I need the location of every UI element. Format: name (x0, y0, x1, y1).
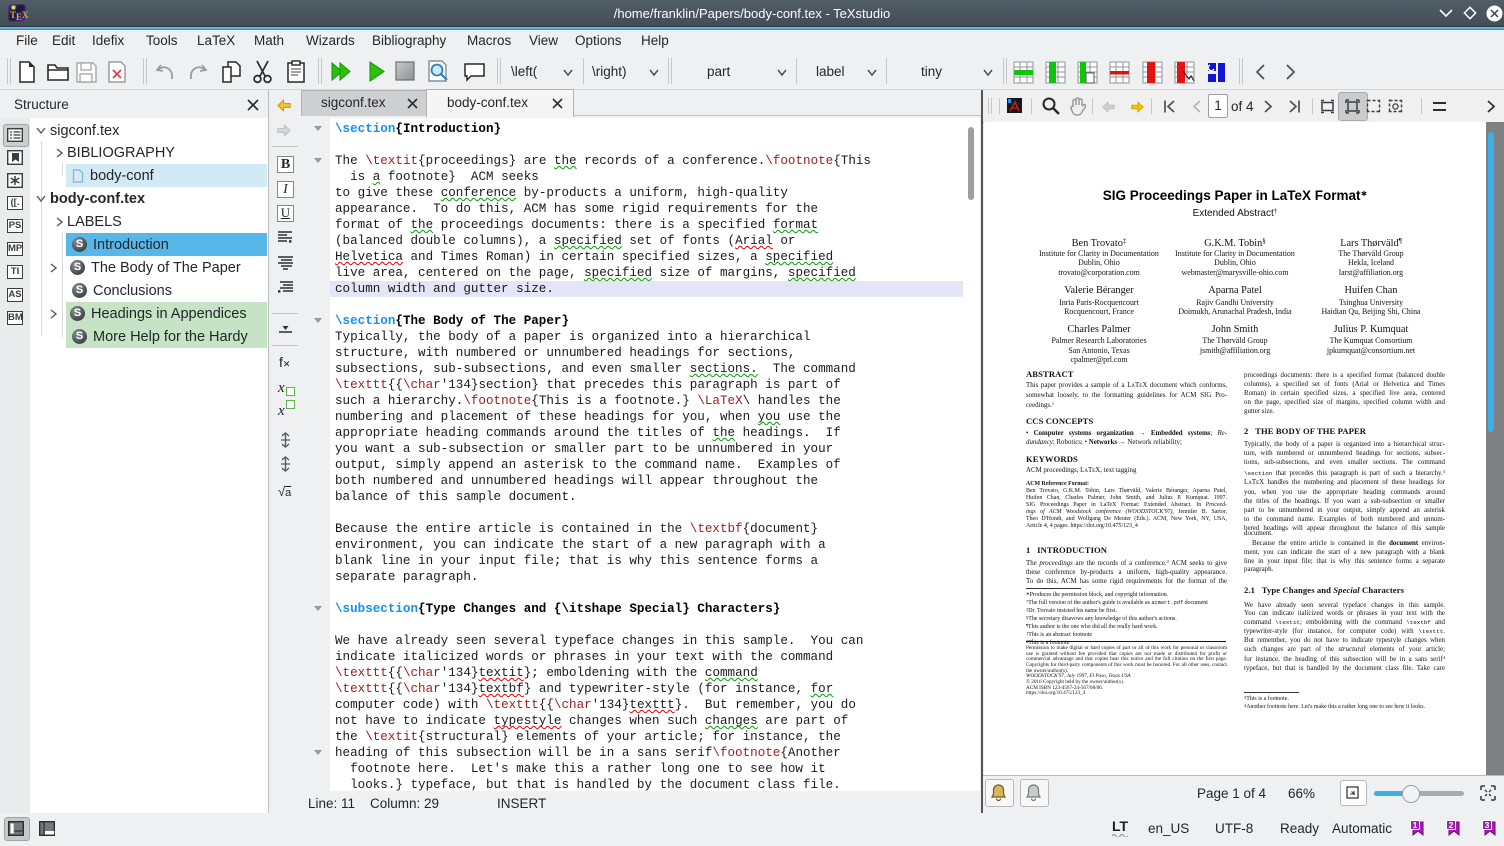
svg-text:1: 1 (1413, 820, 1418, 830)
svg-text:3: 3 (1485, 820, 1490, 830)
svg-text:2: 2 (1449, 820, 1454, 830)
